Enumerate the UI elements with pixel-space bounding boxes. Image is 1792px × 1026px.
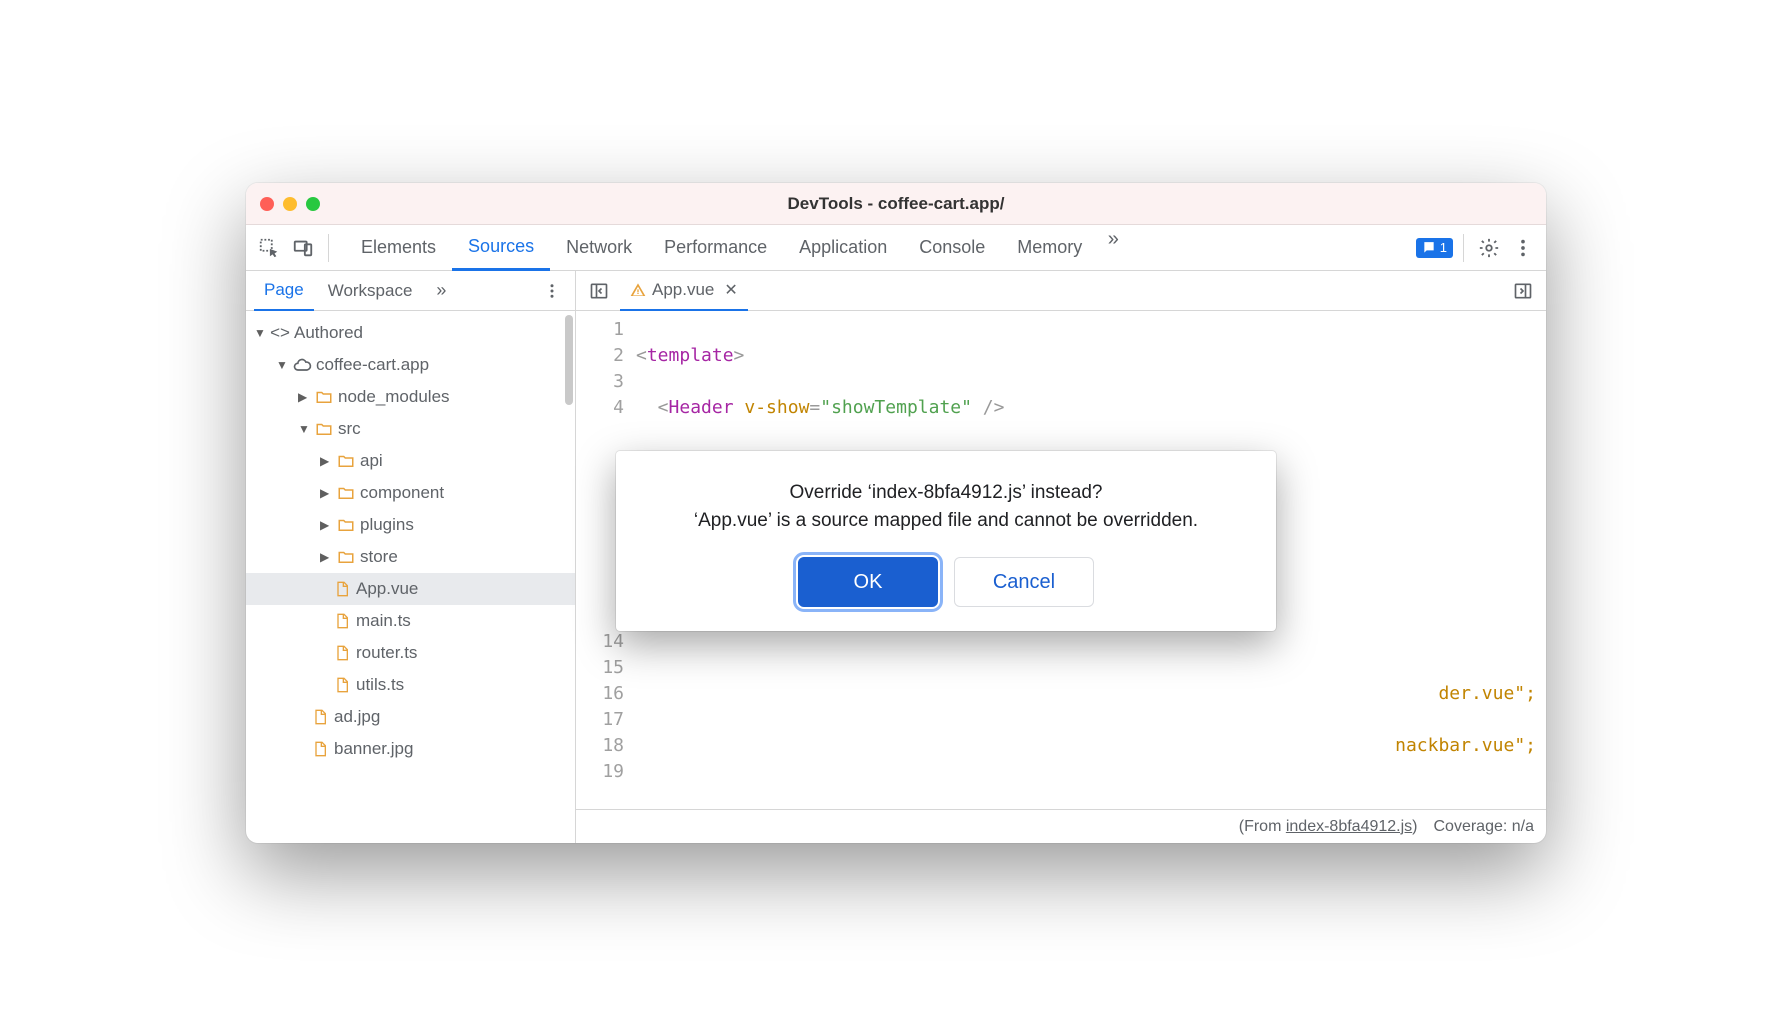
maximize-window-button[interactable]	[306, 197, 320, 211]
folder-icon	[336, 451, 356, 471]
navigator-menu-icon[interactable]	[537, 276, 567, 306]
secondary-bar: Page Workspace » App.vue ✕	[246, 271, 1546, 311]
separator	[1463, 234, 1464, 262]
tab-application[interactable]: Application	[783, 225, 903, 271]
window-title: DevTools - coffee-cart.app/	[246, 194, 1546, 214]
tree-label: App.vue	[356, 579, 418, 599]
tree-label: ad.jpg	[334, 707, 380, 727]
tree-file-utils[interactable]: utils.ts	[246, 669, 575, 701]
tree-label: Authored	[294, 323, 363, 343]
device-toggle-icon[interactable]	[288, 233, 318, 263]
sourcemap-info: (From index-8bfa4912.js)	[1239, 818, 1418, 836]
override-dialog: Override ‘index-8bfa4912.js’ instead? ‘A…	[616, 451, 1276, 631]
toggle-navigator-icon[interactable]	[584, 276, 614, 306]
file-tab-appvue[interactable]: App.vue ✕	[620, 271, 748, 311]
body: ▼ <> Authored ▼ coffee-cart.app ▶ node_m…	[246, 311, 1546, 843]
main-toolbar: Elements Sources Network Performance App…	[246, 225, 1546, 271]
tree-label: main.ts	[356, 611, 411, 631]
tree-label: node_modules	[338, 387, 450, 407]
settings-icon[interactable]	[1474, 233, 1504, 263]
inspect-icon[interactable]	[254, 233, 284, 263]
editor-tabs: App.vue ✕	[576, 271, 1546, 310]
issues-count: 1	[1440, 240, 1447, 255]
tree-label: coffee-cart.app	[316, 355, 429, 375]
tree-component[interactable]: ▶ component	[246, 477, 575, 509]
tree-label: src	[338, 419, 361, 439]
file-icon	[332, 643, 352, 663]
file-icon	[310, 707, 330, 727]
code-icon: <>	[270, 323, 290, 343]
tab-network[interactable]: Network	[550, 225, 648, 271]
coverage-info: Coverage: n/a	[1433, 818, 1534, 836]
cloud-icon	[292, 355, 312, 375]
folder-icon	[314, 419, 334, 439]
tree-label: router.ts	[356, 643, 417, 663]
tree-label: store	[360, 547, 398, 567]
file-icon	[310, 739, 330, 759]
main-tabs: Elements Sources Network Performance App…	[345, 225, 1128, 271]
folder-icon	[336, 547, 356, 567]
tree-label: banner.jpg	[334, 739, 413, 759]
tree-file-ad[interactable]: ad.jpg	[246, 701, 575, 733]
tree-store[interactable]: ▶ store	[246, 541, 575, 573]
tab-console[interactable]: Console	[903, 225, 1001, 271]
devtools-window: DevTools - coffee-cart.app/ Elements Sou…	[246, 183, 1546, 843]
tree-file-banner[interactable]: banner.jpg	[246, 733, 575, 765]
tree-src[interactable]: ▼ src	[246, 413, 575, 445]
tab-elements[interactable]: Elements	[345, 225, 452, 271]
file-icon	[332, 579, 352, 599]
tab-sources[interactable]: Sources	[452, 225, 550, 271]
toggle-debugger-icon[interactable]	[1508, 276, 1538, 306]
titlebar: DevTools - coffee-cart.app/	[246, 183, 1546, 225]
dialog-buttons: OK Cancel	[640, 557, 1252, 607]
tree-plugins[interactable]: ▶ plugins	[246, 509, 575, 541]
tree-authored[interactable]: ▼ <> Authored	[246, 317, 575, 349]
tab-performance[interactable]: Performance	[648, 225, 783, 271]
more-nav-tabs-icon[interactable]: »	[426, 276, 456, 306]
navigator-tabs: Page Workspace »	[246, 271, 576, 310]
minimize-window-button[interactable]	[283, 197, 297, 211]
editor-footer: (From index-8bfa4912.js) Coverage: n/a	[576, 809, 1546, 843]
dialog-line1: Override ‘index-8bfa4912.js’ instead?	[640, 479, 1252, 507]
more-tabs-icon[interactable]: »	[1098, 225, 1128, 255]
tree-api[interactable]: ▶ api	[246, 445, 575, 477]
tab-memory[interactable]: Memory	[1001, 225, 1098, 271]
kebab-menu-icon[interactable]	[1508, 233, 1538, 263]
navigator-tab-workspace[interactable]: Workspace	[318, 271, 423, 311]
file-icon	[332, 611, 352, 631]
tree-label: plugins	[360, 515, 414, 535]
file-tree: ▼ <> Authored ▼ coffee-cart.app ▶ node_m…	[246, 311, 576, 843]
navigator-tab-page[interactable]: Page	[254, 271, 314, 311]
ok-button[interactable]: OK	[798, 557, 938, 607]
file-icon	[332, 675, 352, 695]
folder-icon	[336, 483, 356, 503]
tree-site[interactable]: ▼ coffee-cart.app	[246, 349, 575, 381]
cancel-button[interactable]: Cancel	[954, 557, 1094, 607]
folder-icon	[314, 387, 334, 407]
issues-badge[interactable]: 1	[1416, 238, 1453, 258]
close-window-button[interactable]	[260, 197, 274, 211]
file-tab-label: App.vue	[652, 280, 714, 300]
warning-icon	[630, 282, 646, 298]
tree-file-appvue[interactable]: App.vue	[246, 573, 575, 605]
tree-file-router[interactable]: router.ts	[246, 637, 575, 669]
tree-label: component	[360, 483, 444, 503]
sidebar-scrollbar[interactable]	[565, 315, 573, 405]
separator	[328, 234, 329, 262]
tree-file-main[interactable]: main.ts	[246, 605, 575, 637]
tree-node-modules[interactable]: ▶ node_modules	[246, 381, 575, 413]
window-controls	[260, 197, 320, 211]
tree-label: api	[360, 451, 383, 471]
sourcemap-link[interactable]: index-8bfa4912.js	[1286, 818, 1412, 835]
folder-icon	[336, 515, 356, 535]
close-file-tab-icon[interactable]: ✕	[724, 280, 737, 300]
dialog-line2: ‘App.vue’ is a source mapped file and ca…	[640, 507, 1252, 535]
tree-label: utils.ts	[356, 675, 404, 695]
